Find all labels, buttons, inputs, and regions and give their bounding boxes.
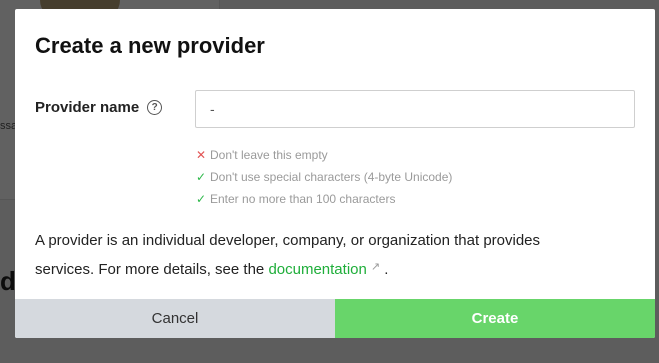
provider-name-label-text: Provider name [35, 99, 140, 116]
dialog-footer: Cancel Create [15, 299, 655, 338]
validation-rule-empty: ✕ Don't leave this empty [196, 144, 452, 166]
check-icon: ✓ [196, 192, 207, 206]
create-button[interactable]: Create [335, 299, 655, 338]
description-text-end: . [380, 261, 389, 278]
validation-rule-max-length: ✓ Enter no more than 100 characters [196, 188, 452, 210]
check-icon: ✓ [196, 170, 207, 184]
dialog-title: Create a new provider [35, 33, 265, 58]
validation-rule-special-chars: ✓ Don't use special characters (4-byte U… [196, 166, 452, 188]
validation-rules: ✕ Don't leave this empty ✓ Don't use spe… [196, 144, 452, 210]
cancel-button[interactable]: Cancel [15, 299, 335, 338]
validation-rule-text: Enter no more than 100 characters [210, 192, 396, 206]
x-icon: ✕ [196, 148, 207, 162]
provider-description: A provider is an individual developer, c… [35, 227, 595, 283]
external-link-icon: ↗ [370, 261, 381, 273]
validation-rule-text: Don't use special characters (4-byte Uni… [210, 170, 453, 184]
provider-name-input[interactable] [195, 90, 635, 128]
documentation-link[interactable]: documentation [268, 261, 366, 278]
provider-name-label: Provider name ? [35, 99, 163, 116]
create-provider-dialog: Create a new provider Provider name ? ✕ … [15, 9, 655, 338]
question-circle-icon[interactable]: ? [147, 100, 163, 115]
validation-rule-text: Don't leave this empty [210, 148, 328, 162]
